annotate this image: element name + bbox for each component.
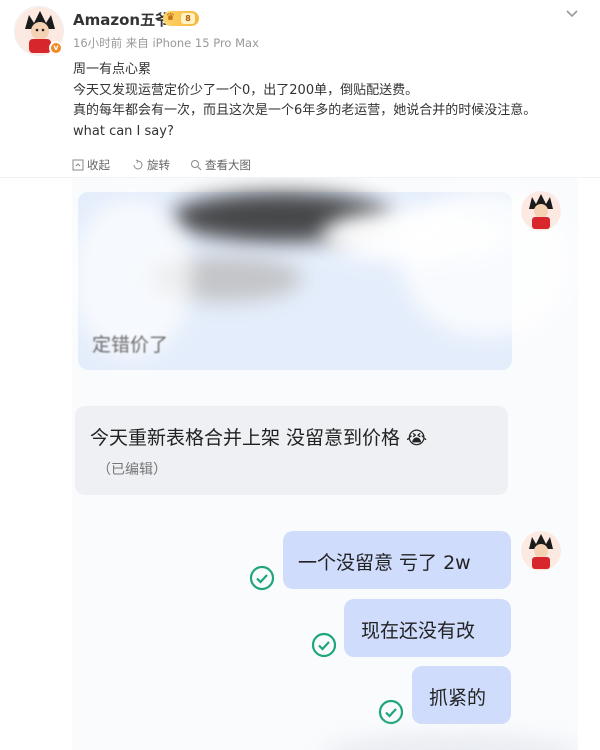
blurred-message-text: 定错价了 <box>92 334 169 356</box>
post-body: 周一有点心累 今天又发现运营定价少了一个0，出了200单，倒贴配送费。 真的每年… <box>73 60 593 142</box>
message-content: 今天重新表格合并上架 没留意到价格 <box>90 427 401 449</box>
crying-emoji-icon: 😭 <box>406 428 428 449</box>
crown-icon: ♛ <box>166 12 175 23</box>
rotate-icon <box>132 159 144 171</box>
post-line: what can I say? <box>73 123 174 139</box>
view-large-label: 查看大图 <box>205 158 251 172</box>
author-name[interactable]: Amazon五爷 <box>73 9 170 30</box>
sender-avatar <box>521 531 561 571</box>
rotate-label: 旋转 <box>147 158 170 172</box>
post-header: v Amazon五爷 ♛ 8 16小时前 来自 iPhone 15 Pro Ma… <box>0 0 600 150</box>
edited-label: （已编辑） <box>97 462 167 478</box>
vip-level: 8 <box>181 13 195 24</box>
post-line: 今天又发现运营定价少了一个0，出了200单，倒贴配送费。 <box>73 82 419 98</box>
post-meta: 16小时前 来自 iPhone 15 Pro Max <box>73 36 259 50</box>
read-check-icon <box>311 632 337 658</box>
view-large-button[interactable]: 查看大图 <box>190 157 251 173</box>
verified-badge-icon: v <box>49 41 63 55</box>
message-text: 今天重新表格合并上架 没留意到价格 😭 <box>90 423 427 450</box>
collapse-icon <box>72 159 84 171</box>
rotate-button[interactable]: 旋转 <box>132 157 170 173</box>
message-text: 抓紧的 <box>429 687 487 709</box>
collapse-button[interactable]: 收起 <box>72 157 110 173</box>
vip-badge[interactable]: ♛ 8 <box>163 11 199 26</box>
message-bubble-right: 现在还没有改 <box>344 599 511 657</box>
chevron-down-icon[interactable] <box>565 6 579 20</box>
post-line: 周一有点心累 <box>73 62 152 77</box>
read-check-icon <box>249 565 275 591</box>
chat-screenshot[interactable]: 定错价了 今天重新表格合并上架 没留意到价格 😭 （已编辑） 一个没留意 亏了 … <box>72 178 578 750</box>
message-bubble-right: 抓紧的 <box>412 666 511 724</box>
read-check-icon <box>378 699 404 725</box>
redaction-blur <box>322 733 578 750</box>
collapse-label: 收起 <box>87 158 110 172</box>
message-bubble-left: 今天重新表格合并上架 没留意到价格 😭 （已编辑） <box>75 406 508 495</box>
sender-avatar <box>521 191 561 231</box>
message-bubble-right: 一个没留意 亏了 2w <box>283 531 511 589</box>
image-toolbar: 收起 旋转 查看大图 <box>0 150 600 178</box>
post-line: 真的每年都会有一次，而且这次是一个6年多的老运营，她说合并的时候没注意。 <box>73 103 537 118</box>
message-text: 一个没留意 亏了 2w <box>298 552 471 574</box>
magnifier-icon <box>190 159 202 171</box>
message-text: 现在还没有改 <box>361 620 476 642</box>
